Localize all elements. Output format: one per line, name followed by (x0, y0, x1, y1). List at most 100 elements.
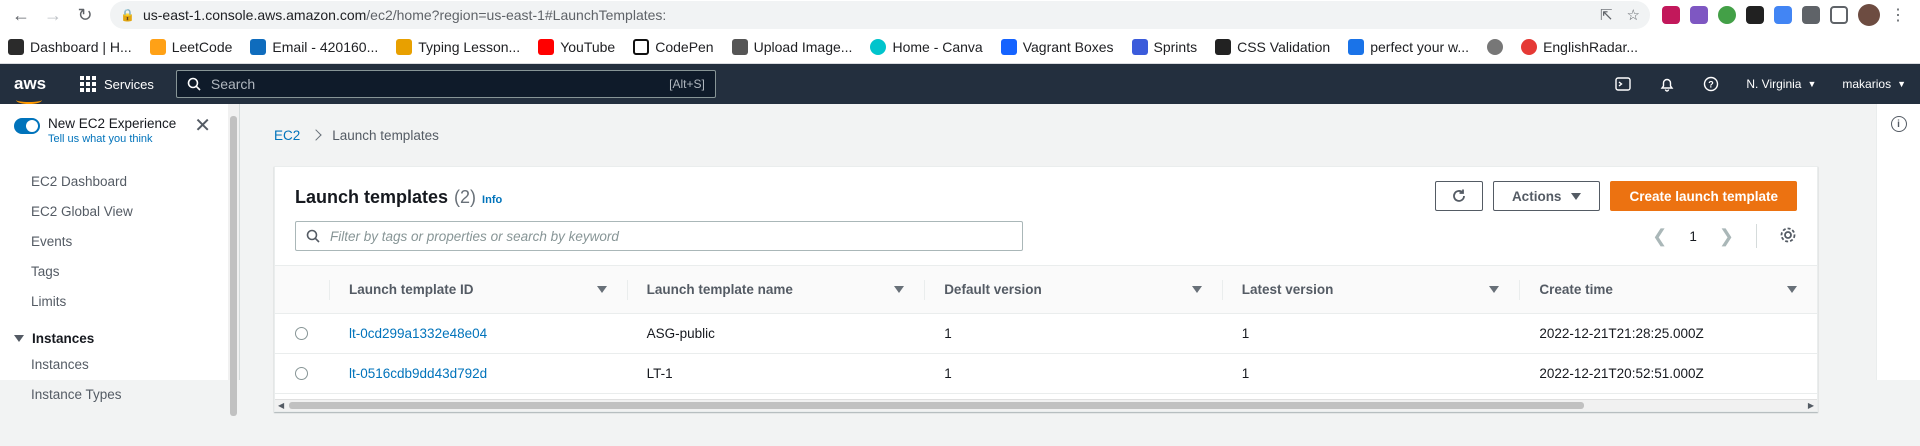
forward-icon[interactable]: → (40, 2, 66, 28)
share-icon[interactable]: ⇱ (1600, 6, 1613, 24)
cloudshell-icon[interactable] (1614, 75, 1632, 93)
refresh-button[interactable] (1434, 181, 1483, 211)
sort-icon[interactable] (1787, 286, 1797, 293)
sidebar-item-instances[interactable]: Instances (0, 350, 239, 380)
search-input[interactable]: Search [Alt+S] (175, 70, 716, 98)
sidebar-item-limits[interactable]: Limits (0, 287, 239, 317)
sidebar-scrollbar[interactable] (228, 104, 239, 416)
menu-dots-icon[interactable]: ⋮ (1890, 5, 1906, 25)
filter-input[interactable]: Filter by tags or properties or search b… (295, 221, 1023, 251)
breadcrumb: EC2 Launch templates (274, 104, 1842, 166)
address-bar[interactable]: 🔒 us-east-1.console.aws.amazon.com/ec2/h… (110, 1, 1650, 29)
launch-template-id-link[interactable]: lt-0516cdb9dd43d792d (349, 366, 487, 381)
launch-template-id-link[interactable]: lt-0cd299a1332e48e04 (349, 326, 487, 341)
column-header-default-version[interactable]: Default version (924, 265, 1222, 314)
sidebar-item-instance-types[interactable]: Instance Types (0, 380, 239, 410)
bookmark[interactable]: Email - 420160... (250, 38, 378, 55)
bookmark[interactable]: CodePen (633, 38, 714, 55)
table-horizontal-scrollbar[interactable]: ◀ ▶ (275, 399, 1817, 411)
info-link[interactable]: Info (482, 194, 502, 206)
pagination: ❮ 1 ❯ (1652, 224, 1797, 248)
chevron-right-icon[interactable]: ❯ (1719, 226, 1734, 247)
bookmark[interactable]: Dashboard | H... (8, 38, 132, 55)
page-number[interactable]: 1 (1689, 229, 1697, 244)
caret-down-icon: ▼ (1897, 79, 1906, 89)
bookmark-star-icon[interactable]: ☆ (1627, 6, 1640, 24)
sidebar-item-ec2-dashboard[interactable]: EC2 Dashboard (0, 167, 239, 197)
search-placeholder: Search (210, 76, 256, 92)
column-header-launch-template-name[interactable]: Launch template name (626, 265, 925, 314)
bookmark[interactable]: Vagrant Boxes (1000, 38, 1114, 55)
create-launch-template-button[interactable]: Create launch template (1610, 181, 1797, 211)
sort-icon[interactable] (894, 286, 905, 293)
scroll-right-icon[interactable]: ▶ (1808, 401, 1814, 410)
row-radio[interactable] (295, 367, 308, 380)
actions-button[interactable]: Actions (1492, 181, 1601, 211)
browser-toolbar: ← → ↻ 🔒 us-east-1.console.aws.amazon.com… (0, 0, 1920, 30)
sidebar-item-events[interactable]: Events (0, 227, 239, 257)
codepen-icon (633, 38, 650, 55)
extension-icon[interactable] (1690, 6, 1708, 24)
feedback-link[interactable]: Tell us what you think (48, 133, 176, 145)
sidebar-item-tags[interactable]: Tags (0, 257, 239, 287)
canva-icon (870, 38, 887, 55)
breadcrumb-current: Launch templates (332, 127, 439, 143)
info-icon[interactable]: i (1890, 116, 1907, 132)
column-header-create-time[interactable]: Create time (1519, 265, 1817, 314)
puzzle-icon[interactable] (1802, 6, 1820, 24)
account-menu[interactable]: makarios ▼ (1842, 77, 1906, 91)
latest-version: 1 (1221, 353, 1520, 394)
back-icon[interactable]: ← (8, 2, 34, 28)
sort-icon[interactable] (1489, 286, 1500, 293)
bookmark[interactable]: LeetCode (149, 38, 232, 55)
bookmark[interactable] (1487, 38, 1504, 55)
close-icon[interactable]: ✕ (194, 116, 225, 136)
bookmark-favicon-icon (1521, 38, 1538, 55)
vagrant-icon (1000, 38, 1017, 55)
avatar[interactable] (1858, 4, 1880, 26)
breadcrumb-ec2[interactable]: EC2 (274, 128, 300, 143)
toggle-switch[interactable] (14, 118, 40, 134)
extension-icon[interactable] (1718, 6, 1736, 24)
chevron-right-icon (310, 129, 322, 141)
bookmark[interactable]: YouTube (538, 38, 615, 55)
bookmark[interactable]: Typing Lesson... (396, 38, 520, 55)
services-menu[interactable]: Services (80, 76, 154, 92)
column-header-launch-template-id[interactable]: Launch template ID (329, 265, 627, 314)
reload-icon[interactable]: ↻ (72, 2, 98, 28)
sort-icon[interactable] (1191, 286, 1202, 293)
bookmark[interactable]: EnglishRadar... (1521, 38, 1638, 55)
sidebar-section-instances[interactable]: Instances (0, 321, 239, 350)
extension-icon[interactable] (1662, 6, 1680, 24)
bookmark[interactable]: Upload Image... (731, 38, 852, 55)
column-header-latest-version[interactable]: Latest version (1221, 265, 1520, 314)
region-selector[interactable]: N. Virginia ▼ (1746, 77, 1816, 91)
help-icon[interactable]: ? (1702, 75, 1720, 93)
bookmark[interactable]: Sprints (1131, 38, 1197, 55)
sidepanel-icon[interactable] (1830, 6, 1848, 24)
table-row[interactable]: lt-0516cdb9dd43d792d LT-1 1 1 2022-12-21… (275, 353, 1817, 394)
extension-icon[interactable] (1746, 6, 1764, 24)
search-icon (187, 77, 201, 91)
bell-icon[interactable] (1658, 75, 1676, 93)
search-icon (306, 229, 320, 243)
sort-icon[interactable] (596, 286, 607, 293)
bookmark[interactable]: perfect your w... (1348, 38, 1469, 55)
scroll-left-icon[interactable]: ◀ (278, 401, 284, 410)
caret-down-icon (1571, 192, 1582, 200)
bookmark[interactable]: CSS Validation (1215, 38, 1330, 55)
chevron-left-icon[interactable]: ❮ (1652, 226, 1667, 247)
lock-icon: 🔒 (120, 8, 135, 22)
bookmark-favicon-icon (8, 38, 24, 55)
table-row[interactable]: lt-0cd299a1332e48e04 ASG-public 1 1 2022… (275, 313, 1817, 354)
new-experience-toggle: New EC2 Experience Tell us what you thin… (0, 116, 239, 145)
row-radio[interactable] (295, 327, 308, 340)
bookmark[interactable]: Home - Canva (870, 38, 983, 55)
svg-text:?: ? (1709, 80, 1715, 90)
aws-logo[interactable]: aws (14, 74, 54, 104)
refresh-icon (1453, 189, 1465, 202)
sprints-icon (1131, 38, 1148, 55)
sidebar-item-ec2-global-view[interactable]: EC2 Global View (0, 197, 239, 227)
extension-icon[interactable] (1774, 6, 1792, 24)
settings-gear-icon[interactable] (1779, 226, 1797, 247)
